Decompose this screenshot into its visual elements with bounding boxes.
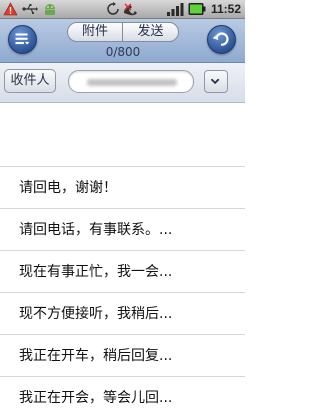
android-icon bbox=[45, 4, 55, 15]
sync-icon bbox=[107, 2, 119, 15]
quick-reply-item[interactable]: 请回电，谢谢！ bbox=[0, 166, 245, 208]
recipient-dropdown-button[interactable] bbox=[204, 70, 228, 93]
recipient-input[interactable] bbox=[68, 70, 194, 93]
menu-icon bbox=[15, 33, 30, 45]
signal-icon bbox=[167, 3, 184, 16]
quick-reply-item[interactable]: 请回电话，有事联系。... bbox=[0, 208, 245, 250]
attach-button[interactable]: 附件 bbox=[67, 22, 123, 42]
chevron-down-icon bbox=[210, 78, 220, 85]
redacted-recipient bbox=[87, 79, 177, 86]
recipient-button[interactable]: 收件人 bbox=[4, 69, 56, 93]
character-counter: 0/800 bbox=[105, 45, 141, 59]
message-body-input[interactable] bbox=[0, 103, 245, 166]
menu-button[interactable] bbox=[8, 25, 37, 54]
quick-reply-item[interactable]: 我正在开会，等会儿回... bbox=[0, 376, 245, 418]
quick-reply-item[interactable]: 现不方便接听，我稍后... bbox=[0, 292, 245, 334]
compose-header: 附件 发送 0/800 bbox=[0, 19, 245, 63]
recipient-row: 收件人 bbox=[0, 63, 245, 103]
back-button[interactable] bbox=[207, 25, 236, 54]
quick-reply-item[interactable]: 我正在开车，稍后回复... bbox=[0, 334, 245, 376]
send-button[interactable]: 发送 bbox=[122, 22, 179, 42]
quick-reply-list: 请回电，谢谢！ 请回电话，有事联系。... 现在有事正忙，我一会... 现不方便… bbox=[0, 166, 245, 418]
usb-icon bbox=[22, 4, 38, 15]
missed-call-icon bbox=[124, 3, 137, 16]
back-icon bbox=[212, 32, 229, 46]
status-bar: 11:52 bbox=[0, 0, 245, 19]
clock: 11:52 bbox=[210, 2, 241, 16]
quick-reply-item[interactable]: 现在有事正忙，我一会... bbox=[0, 250, 245, 292]
battery-icon bbox=[188, 3, 206, 15]
warning-icon bbox=[3, 2, 18, 16]
